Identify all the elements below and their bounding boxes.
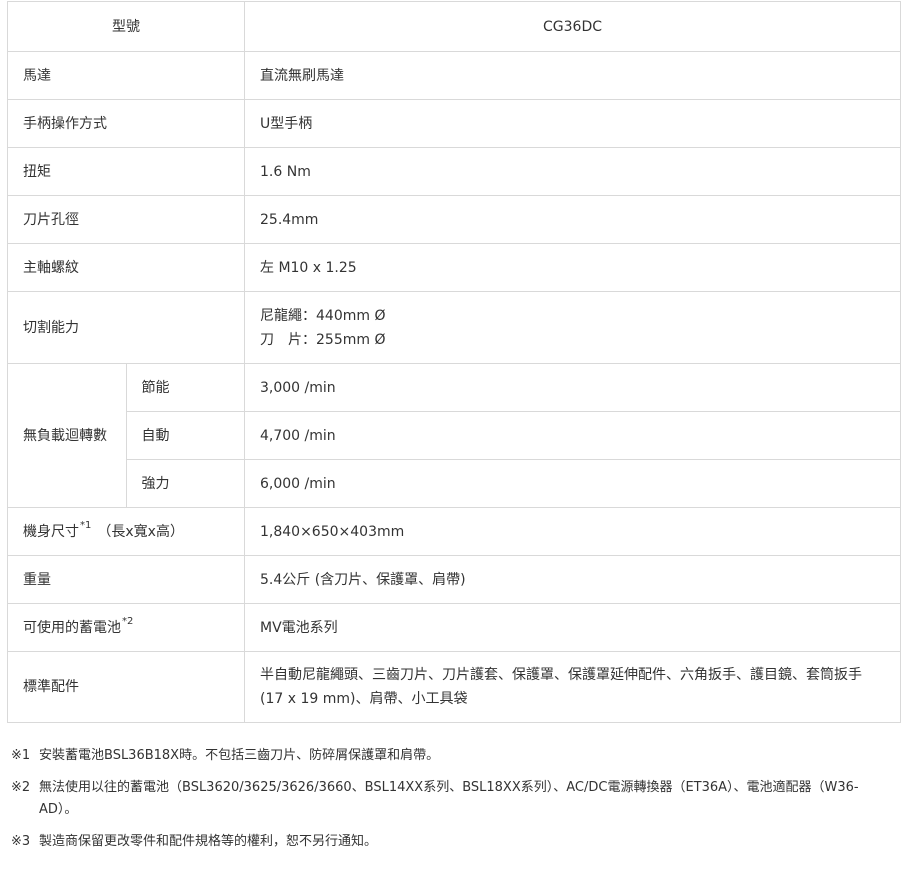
table-row: 可使用的蓄電池*2 MV電池系列	[7, 603, 901, 652]
cutting-capacity-line-blade: 刀 片：255mm Ø	[260, 331, 386, 348]
weight-label: 重量	[7, 555, 245, 604]
speed-value-auto: 4,700 /min	[244, 411, 901, 460]
footnotes: ※1 安裝蓄電池BSL36B18X時。不包括三齒刀片、防碎屑保護罩和肩帶。 ※2…	[7, 745, 891, 853]
motor-label: 馬達	[7, 51, 245, 100]
battery-label-cell: 可使用的蓄電池*2	[7, 603, 245, 652]
battery-footnote-ref: *2	[122, 615, 134, 627]
table-header-row: 型號 CG36DC	[7, 1, 901, 52]
table-row: 刀片孔徑 25.4mm	[7, 195, 901, 244]
torque-value: 1.6 Nm	[244, 147, 901, 196]
weight-value: 5.4公斤 (含刀片、保護罩、肩帶)	[244, 555, 901, 604]
spindle-thread-value: 左 M10 x 1.25	[244, 243, 901, 292]
accessories-label: 標準配件	[7, 651, 245, 723]
footnote-mark: ※1	[11, 748, 31, 763]
spec-table: 型號 CG36DC 馬達 直流無刷馬達 手柄操作方式 U型手柄 扭矩 1.6 N…	[7, 1, 901, 723]
cutting-capacity-label: 切割能力	[7, 291, 245, 364]
dimensions-paren: （長x寬x高）	[97, 523, 184, 540]
table-row: 重量 5.4公斤 (含刀片、保護罩、肩帶)	[7, 555, 901, 604]
battery-value: MV電池系列	[244, 603, 901, 652]
dimensions-label: 機身尺寸	[23, 523, 79, 540]
table-row: 標準配件 半自動尼龍繩頭、三齒刀片、刀片護套、保護罩、保護罩延伸配件、六角扳手、…	[7, 651, 901, 723]
spec-container: 型號 CG36DC 馬達 直流無刷馬達 手柄操作方式 U型手柄 扭矩 1.6 N…	[0, 1, 914, 853]
footnote-mark: ※3	[11, 834, 31, 849]
motor-value: 直流無刷馬達	[244, 51, 901, 100]
dimensions-value: 1,840×650×403mm	[244, 507, 901, 556]
spindle-thread-label: 主軸螺紋	[7, 243, 245, 292]
footnote-3: ※3 製造商保留更改零件和配件規格等的權利，恕不另行通知。	[11, 831, 891, 853]
footnote-text: 無法使用以往的蓄電池（BSL3620/3625/3626/3660、BSL14X…	[39, 780, 859, 817]
table-row: 無負載迴轉數 節能 3,000 /min	[7, 363, 901, 508]
footnote-1: ※1 安裝蓄電池BSL36B18X時。不包括三齒刀片、防碎屑保護罩和肩帶。	[11, 745, 891, 767]
table-row: 自動 4,700 /min	[8, 411, 901, 460]
dimensions-label-cell: 機身尺寸*1 （長x寬x高）	[7, 507, 245, 556]
blade-bore-label: 刀片孔徑	[7, 195, 245, 244]
cutting-capacity-line-nylon: 尼龍繩：440mm Ø	[260, 307, 386, 324]
cutting-capacity-value: 尼龍繩：440mm Ø 刀 片：255mm Ø	[244, 291, 901, 364]
table-row: 機身尺寸*1 （長x寬x高） 1,840×650×403mm	[7, 507, 901, 556]
table-row: 強力 6,000 /min	[8, 459, 901, 508]
footnote-2: ※2 無法使用以往的蓄電池（BSL3620/3625/3626/3660、BSL…	[11, 777, 891, 821]
table-row: 扭矩 1.6 Nm	[7, 147, 901, 196]
speed-mode-power: 強力	[125, 459, 245, 508]
speed-mode-auto: 自動	[125, 411, 245, 460]
table-row: 切割能力 尼龍繩：440mm Ø 刀 片：255mm Ø	[7, 291, 901, 364]
speed-mode-eco: 節能	[125, 363, 245, 412]
table-row: 手柄操作方式 U型手柄	[7, 99, 901, 148]
speed-value-power: 6,000 /min	[244, 459, 901, 508]
handle-label: 手柄操作方式	[7, 99, 245, 148]
no-load-speed-label: 無負載迴轉數	[7, 363, 127, 508]
torque-label: 扭矩	[7, 147, 245, 196]
footnote-mark: ※2	[11, 780, 31, 795]
blade-bore-value: 25.4mm	[244, 195, 901, 244]
dimensions-footnote-ref: *1	[80, 519, 92, 531]
model-label: 型號	[7, 1, 245, 52]
table-row: 馬達 直流無刷馬達	[7, 51, 901, 100]
handle-value: U型手柄	[244, 99, 901, 148]
speed-value-eco: 3,000 /min	[244, 363, 901, 412]
accessories-value: 半自動尼龍繩頭、三齒刀片、刀片護套、保護罩、保護罩延伸配件、六角扳手、護目鏡、套…	[244, 651, 901, 723]
footnote-text: 安裝蓄電池BSL36B18X時。不包括三齒刀片、防碎屑保護罩和肩帶。	[39, 748, 440, 763]
model-value: CG36DC	[244, 1, 901, 52]
table-row: 主軸螺紋 左 M10 x 1.25	[7, 243, 901, 292]
battery-label: 可使用的蓄電池	[23, 619, 121, 636]
footnote-text: 製造商保留更改零件和配件規格等的權利，恕不另行通知。	[39, 834, 378, 849]
